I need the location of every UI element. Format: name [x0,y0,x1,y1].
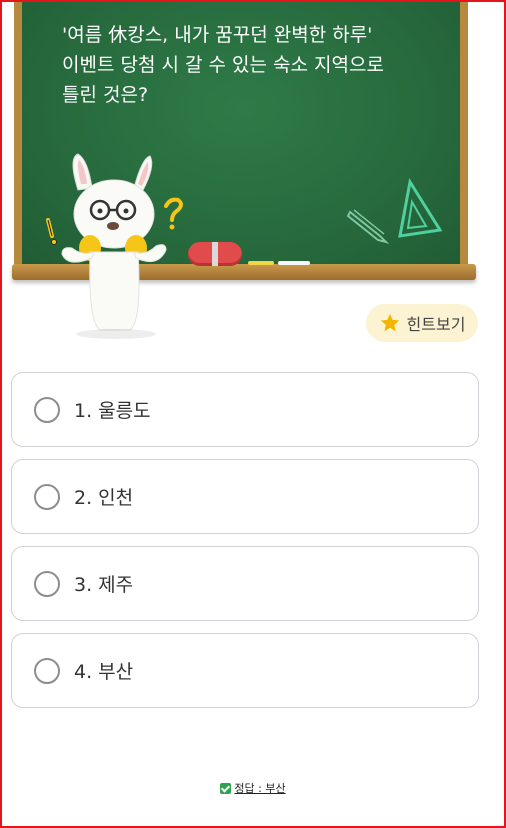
answer-reveal: 정답 : 부산 [0,780,506,797]
hint-button[interactable]: 힌트보기 [366,304,478,342]
hint-label: 힌트보기 [406,315,466,334]
option-label: 3. 제주 [74,574,134,596]
answer-label: 정답 : 부산 [234,782,286,795]
yellow-chalk-icon [248,261,274,265]
option-3[interactable]: 3. 제주 [11,546,479,621]
question-text: '여름 休캉스, 내가 꿈꾸던 완벽한 하루' 이벤트 당첨 시 갈 수 있는 … [62,20,422,110]
option-label: 4. 부산 [74,661,134,683]
ruler-triangle-doodle-icon [398,178,443,238]
alpaca-mascot-icon [46,153,183,339]
option-4[interactable]: 4. 부산 [11,633,479,708]
white-chalk-icon [278,261,310,265]
radio-button-icon[interactable] [34,657,60,684]
option-1[interactable]: 1. 울릉도 [11,372,479,447]
answer-options: 1. 울릉도 2. 인천 3. 제주 4. 부산 [11,372,479,720]
quiz-header: '여름 休캉스, 내가 꿈꾸던 완벽한 하루' 이벤트 당첨 시 갈 수 있는 … [2,2,504,342]
option-2[interactable]: 2. 인천 [11,459,479,534]
option-label: 1. 울릉도 [74,400,151,422]
check-icon [220,782,232,794]
question-line-2: 이벤트 당첨 시 갈 수 있는 숙소 지역으로 [62,54,384,76]
radio-button-icon[interactable] [34,570,60,597]
eraser-icon [188,242,242,266]
answer-link[interactable]: 정답 : 부산 [220,780,286,796]
radio-button-icon[interactable] [34,396,60,423]
pencil-doodle-icon [346,209,390,244]
question-line-1: '여름 休캉스, 내가 꿈꾸던 완벽한 하루' [62,24,373,46]
radio-button-icon[interactable] [34,483,60,510]
question-line-3: 틀린 것은? [62,84,149,106]
star-icon [380,313,399,332]
option-label: 2. 인천 [74,487,134,509]
